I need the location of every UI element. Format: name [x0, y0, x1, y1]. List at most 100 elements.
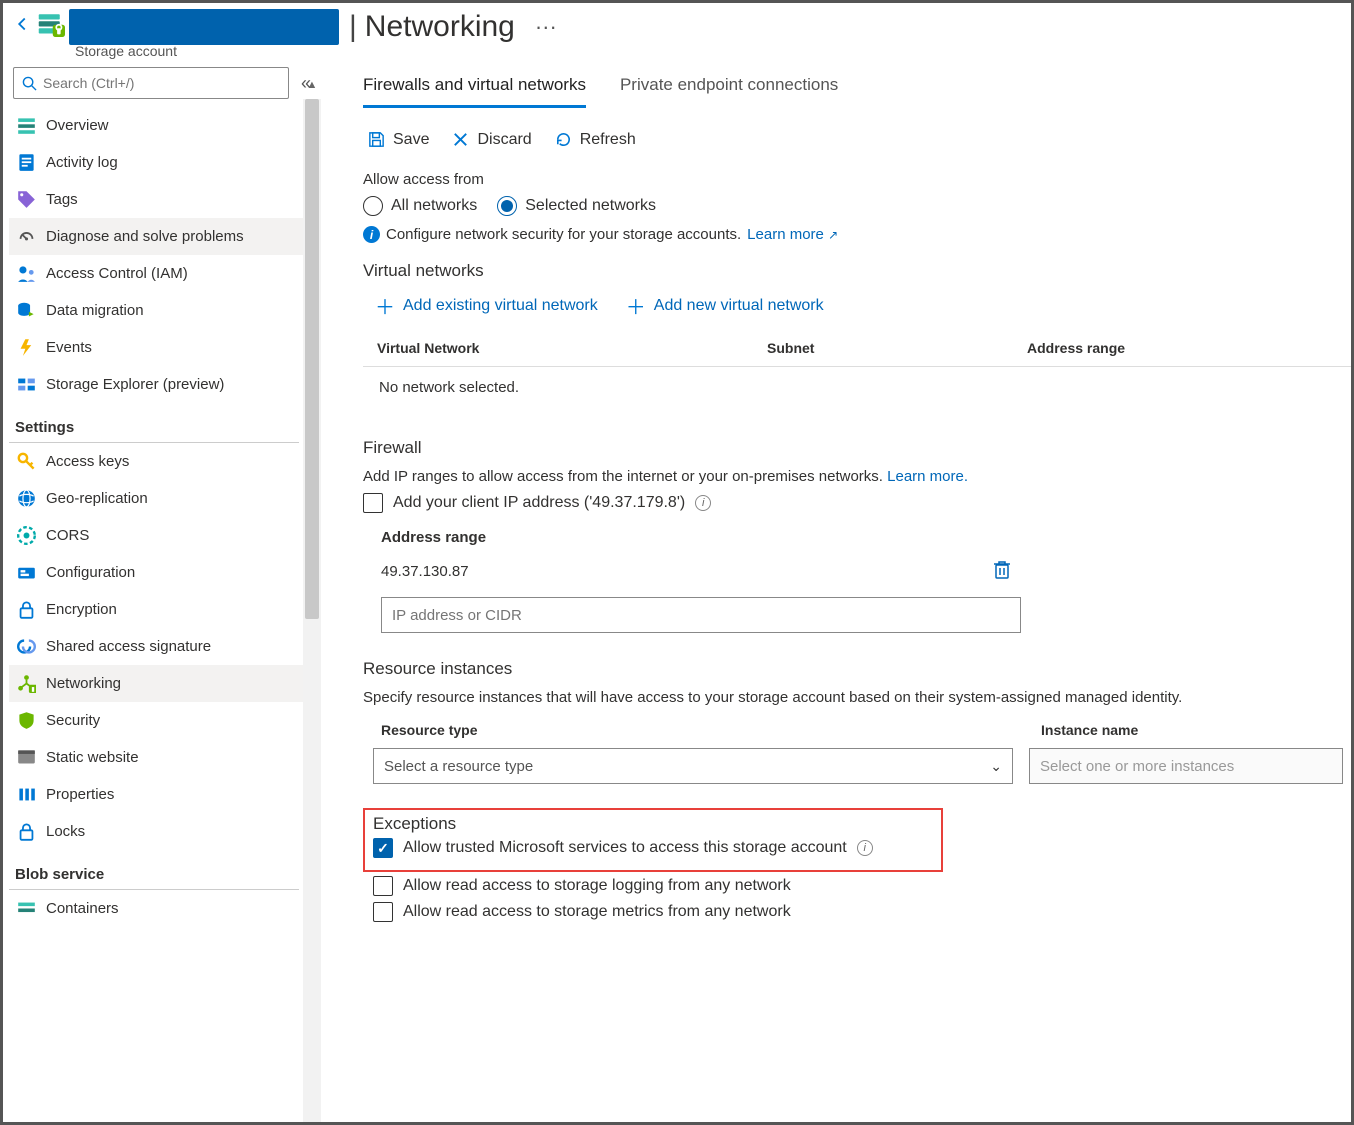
ip-address-input[interactable]	[381, 597, 1021, 633]
key-icon	[17, 452, 36, 471]
sidebar-item-cors[interactable]: CORS	[9, 517, 303, 554]
overview-icon	[17, 116, 36, 135]
add-new-vnet-button[interactable]: ＋Add new virtual network	[626, 291, 824, 320]
nav-label: Security	[46, 712, 100, 729]
vnet-table-header: Virtual Network Subnet Address range	[363, 332, 1351, 367]
sidebar-item-overview[interactable]: Overview	[9, 107, 303, 144]
networking-icon	[17, 674, 36, 693]
tab-firewalls[interactable]: Firewalls and virtual networks	[363, 69, 586, 108]
nav-label: Storage Explorer (preview)	[46, 376, 224, 393]
allow-metrics-checkbox[interactable]	[373, 902, 393, 922]
resource-type-select[interactable]: Select a resource type⌄	[373, 748, 1013, 784]
resource-type-label: Storage account	[69, 43, 557, 59]
sidebar-item-containers[interactable]: Containers	[9, 890, 303, 927]
nav-label: Activity log	[46, 154, 118, 171]
nav-label: Geo-replication	[46, 490, 148, 507]
more-icon[interactable]: ···	[535, 14, 557, 40]
sidebar-item-security[interactable]: Security	[9, 702, 303, 739]
close-icon	[451, 130, 470, 149]
cors-icon	[17, 526, 36, 545]
sidebar-item-diagnose[interactable]: Diagnose and solve problems	[9, 218, 303, 255]
diagnose-icon	[17, 227, 36, 246]
globe-icon	[17, 489, 36, 508]
external-link-icon: ↗	[828, 228, 838, 242]
main-content: Firewalls and virtual networks Private e…	[323, 59, 1351, 1122]
sidebar-item-data-migration[interactable]: Data migration	[9, 292, 303, 329]
tags-icon	[17, 190, 36, 209]
tab-private-endpoint[interactable]: Private endpoint connections	[620, 69, 838, 108]
sidebar-item-sas[interactable]: Shared access signature	[9, 628, 303, 665]
nav-label: Configuration	[46, 564, 135, 581]
containers-icon	[17, 899, 36, 918]
back-icon[interactable]	[11, 9, 37, 41]
add-client-ip-label: Add your client IP address ('49.37.179.8…	[393, 494, 685, 512]
info-icon[interactable]: i	[857, 840, 873, 856]
shield-icon	[17, 711, 36, 730]
nav-label: Access keys	[46, 453, 129, 470]
allow-logging-checkbox[interactable]	[373, 876, 393, 896]
nav-label: Networking	[46, 675, 121, 692]
nav-label: Data migration	[46, 302, 144, 319]
address-range-header: Address range	[363, 519, 1351, 554]
firewall-learn-more-link[interactable]: Learn more.	[887, 468, 968, 485]
info-icon: i	[363, 226, 380, 243]
sidebar-item-iam[interactable]: Access Control (IAM)	[9, 255, 303, 292]
allow-trusted-services-checkbox[interactable]	[373, 838, 393, 858]
title-separator: |	[349, 10, 357, 44]
nav-label: Static website	[46, 749, 139, 766]
instance-name-select[interactable]: Select one or more instances	[1029, 748, 1343, 784]
scroll-thumb[interactable]	[305, 99, 319, 619]
nav-label: Encryption	[46, 601, 117, 618]
sidebar-item-activity-log[interactable]: Activity log	[9, 144, 303, 181]
exceptions-highlight: Exceptions Allow trusted Microsoft servi…	[363, 808, 943, 872]
discard-button[interactable]: Discard	[451, 130, 531, 149]
sidebar-item-networking[interactable]: Networking	[9, 665, 303, 702]
exceptions-heading: Exceptions	[373, 814, 933, 834]
address-range-row: 49.37.130.87	[363, 554, 1351, 587]
sidebar-item-storage-explorer[interactable]: Storage Explorer (preview)	[9, 366, 303, 403]
chevron-down-icon: ⌄	[990, 758, 1002, 775]
properties-icon	[17, 785, 36, 804]
configuration-icon	[17, 563, 36, 582]
sidebar-item-locks[interactable]: Locks	[9, 813, 303, 850]
search-input[interactable]	[13, 67, 289, 99]
sidebar-group-settings: Settings	[9, 403, 299, 443]
sidebar-scrollbar[interactable]: ▲	[303, 99, 321, 1122]
delete-ip-button[interactable]	[993, 560, 1011, 583]
nav-label: Locks	[46, 823, 85, 840]
allow-access-label: Allow access from	[363, 171, 1351, 188]
radio-selected-networks[interactable]: Selected networks	[497, 196, 656, 216]
sidebar-item-tags[interactable]: Tags	[9, 181, 303, 218]
allow-logging-label: Allow read access to storage logging fro…	[403, 877, 791, 895]
ip-value: 49.37.130.87	[381, 563, 981, 580]
sidebar-item-access-keys[interactable]: Access keys	[9, 443, 303, 480]
firewall-heading: Firewall	[363, 438, 1351, 458]
sidebar-item-geo-replication[interactable]: Geo-replication	[9, 480, 303, 517]
events-icon	[17, 338, 36, 357]
radio-all-networks[interactable]: All networks	[363, 196, 477, 216]
tab-bar: Firewalls and virtual networks Private e…	[363, 69, 1351, 108]
save-button[interactable]: Save	[367, 130, 429, 149]
iam-icon	[17, 264, 36, 283]
learn-more-link[interactable]: Learn more ↗	[747, 226, 838, 243]
sidebar-item-configuration[interactable]: Configuration	[9, 554, 303, 591]
plus-icon: ＋	[626, 291, 646, 320]
page-header: | Networking ··· Storage account	[3, 3, 1351, 59]
sidebar-item-properties[interactable]: Properties	[9, 776, 303, 813]
col-subnet: Subnet	[767, 340, 1027, 356]
virtual-networks-heading: Virtual networks	[363, 261, 1351, 281]
sidebar-item-static-website[interactable]: Static website	[9, 739, 303, 776]
add-existing-vnet-button[interactable]: ＋Add existing virtual network	[375, 291, 598, 320]
firewall-description: Add IP ranges to allow access from the i…	[363, 468, 1351, 485]
refresh-button[interactable]: Refresh	[554, 130, 636, 149]
sidebar-item-encryption[interactable]: Encryption	[9, 591, 303, 628]
add-client-ip-checkbox[interactable]	[363, 493, 383, 513]
page-title: Networking	[365, 10, 515, 44]
search-icon	[22, 76, 37, 91]
data-migration-icon	[17, 301, 36, 320]
storage-explorer-icon	[17, 375, 36, 394]
nav-label: Properties	[46, 786, 114, 803]
scroll-up-icon[interactable]: ▲	[303, 79, 321, 91]
info-icon[interactable]: i	[695, 495, 711, 511]
sidebar-item-events[interactable]: Events	[9, 329, 303, 366]
